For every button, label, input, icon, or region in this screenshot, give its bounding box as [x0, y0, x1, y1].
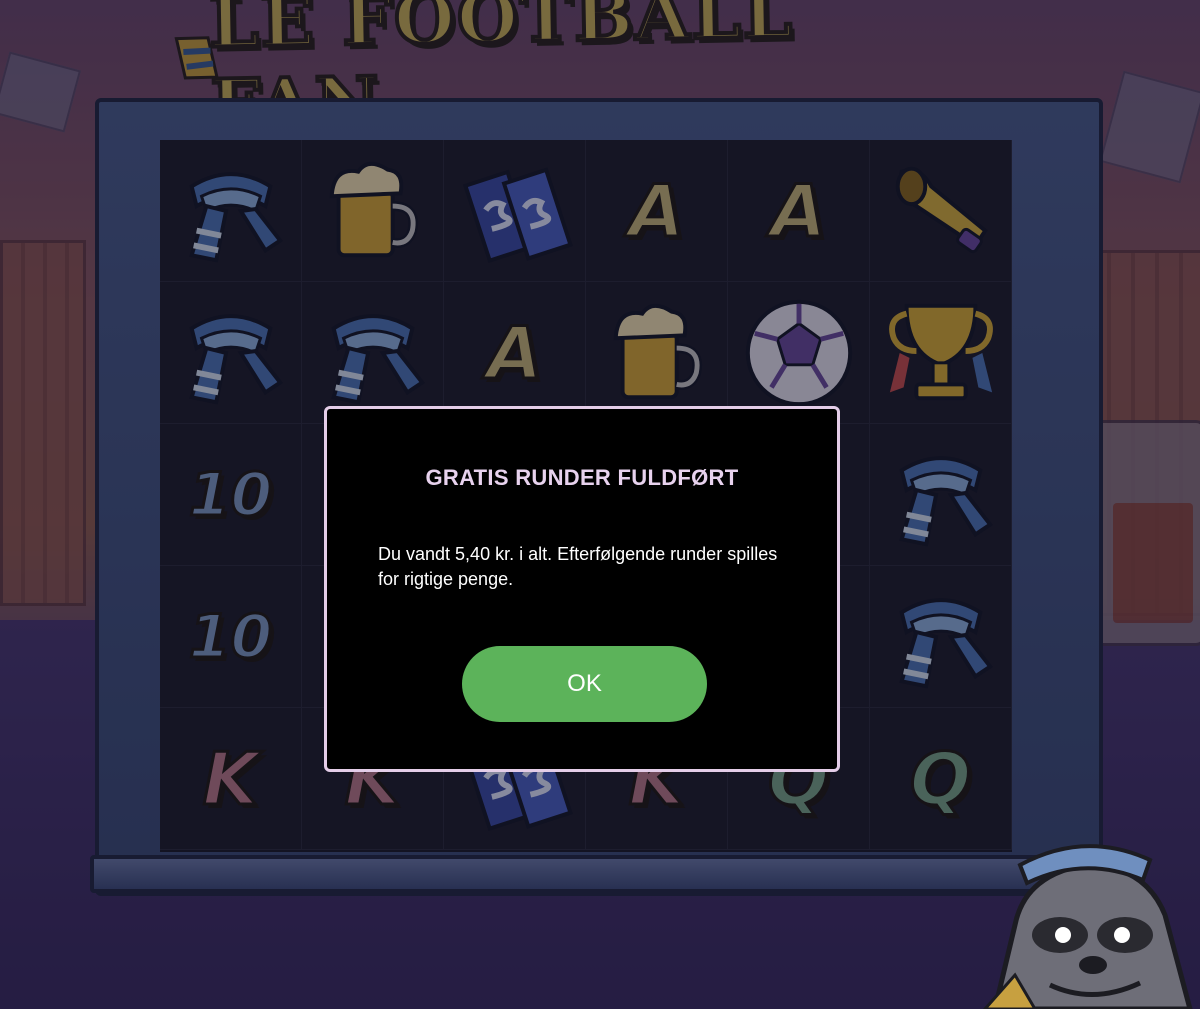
ok-button[interactable]: OK [462, 646, 707, 722]
dialog-message: Du vandt 5,40 kr. i alt. Efterfølgende r… [378, 544, 778, 589]
dialog-title: GRATIS RUNDER FULDFØRT [425, 465, 739, 490]
free-rounds-complete-dialog: GRATIS RUNDER FULDFØRT Du vandt 5,40 kr.… [324, 406, 840, 772]
raccoon-mascot-icon [982, 844, 1193, 1009]
